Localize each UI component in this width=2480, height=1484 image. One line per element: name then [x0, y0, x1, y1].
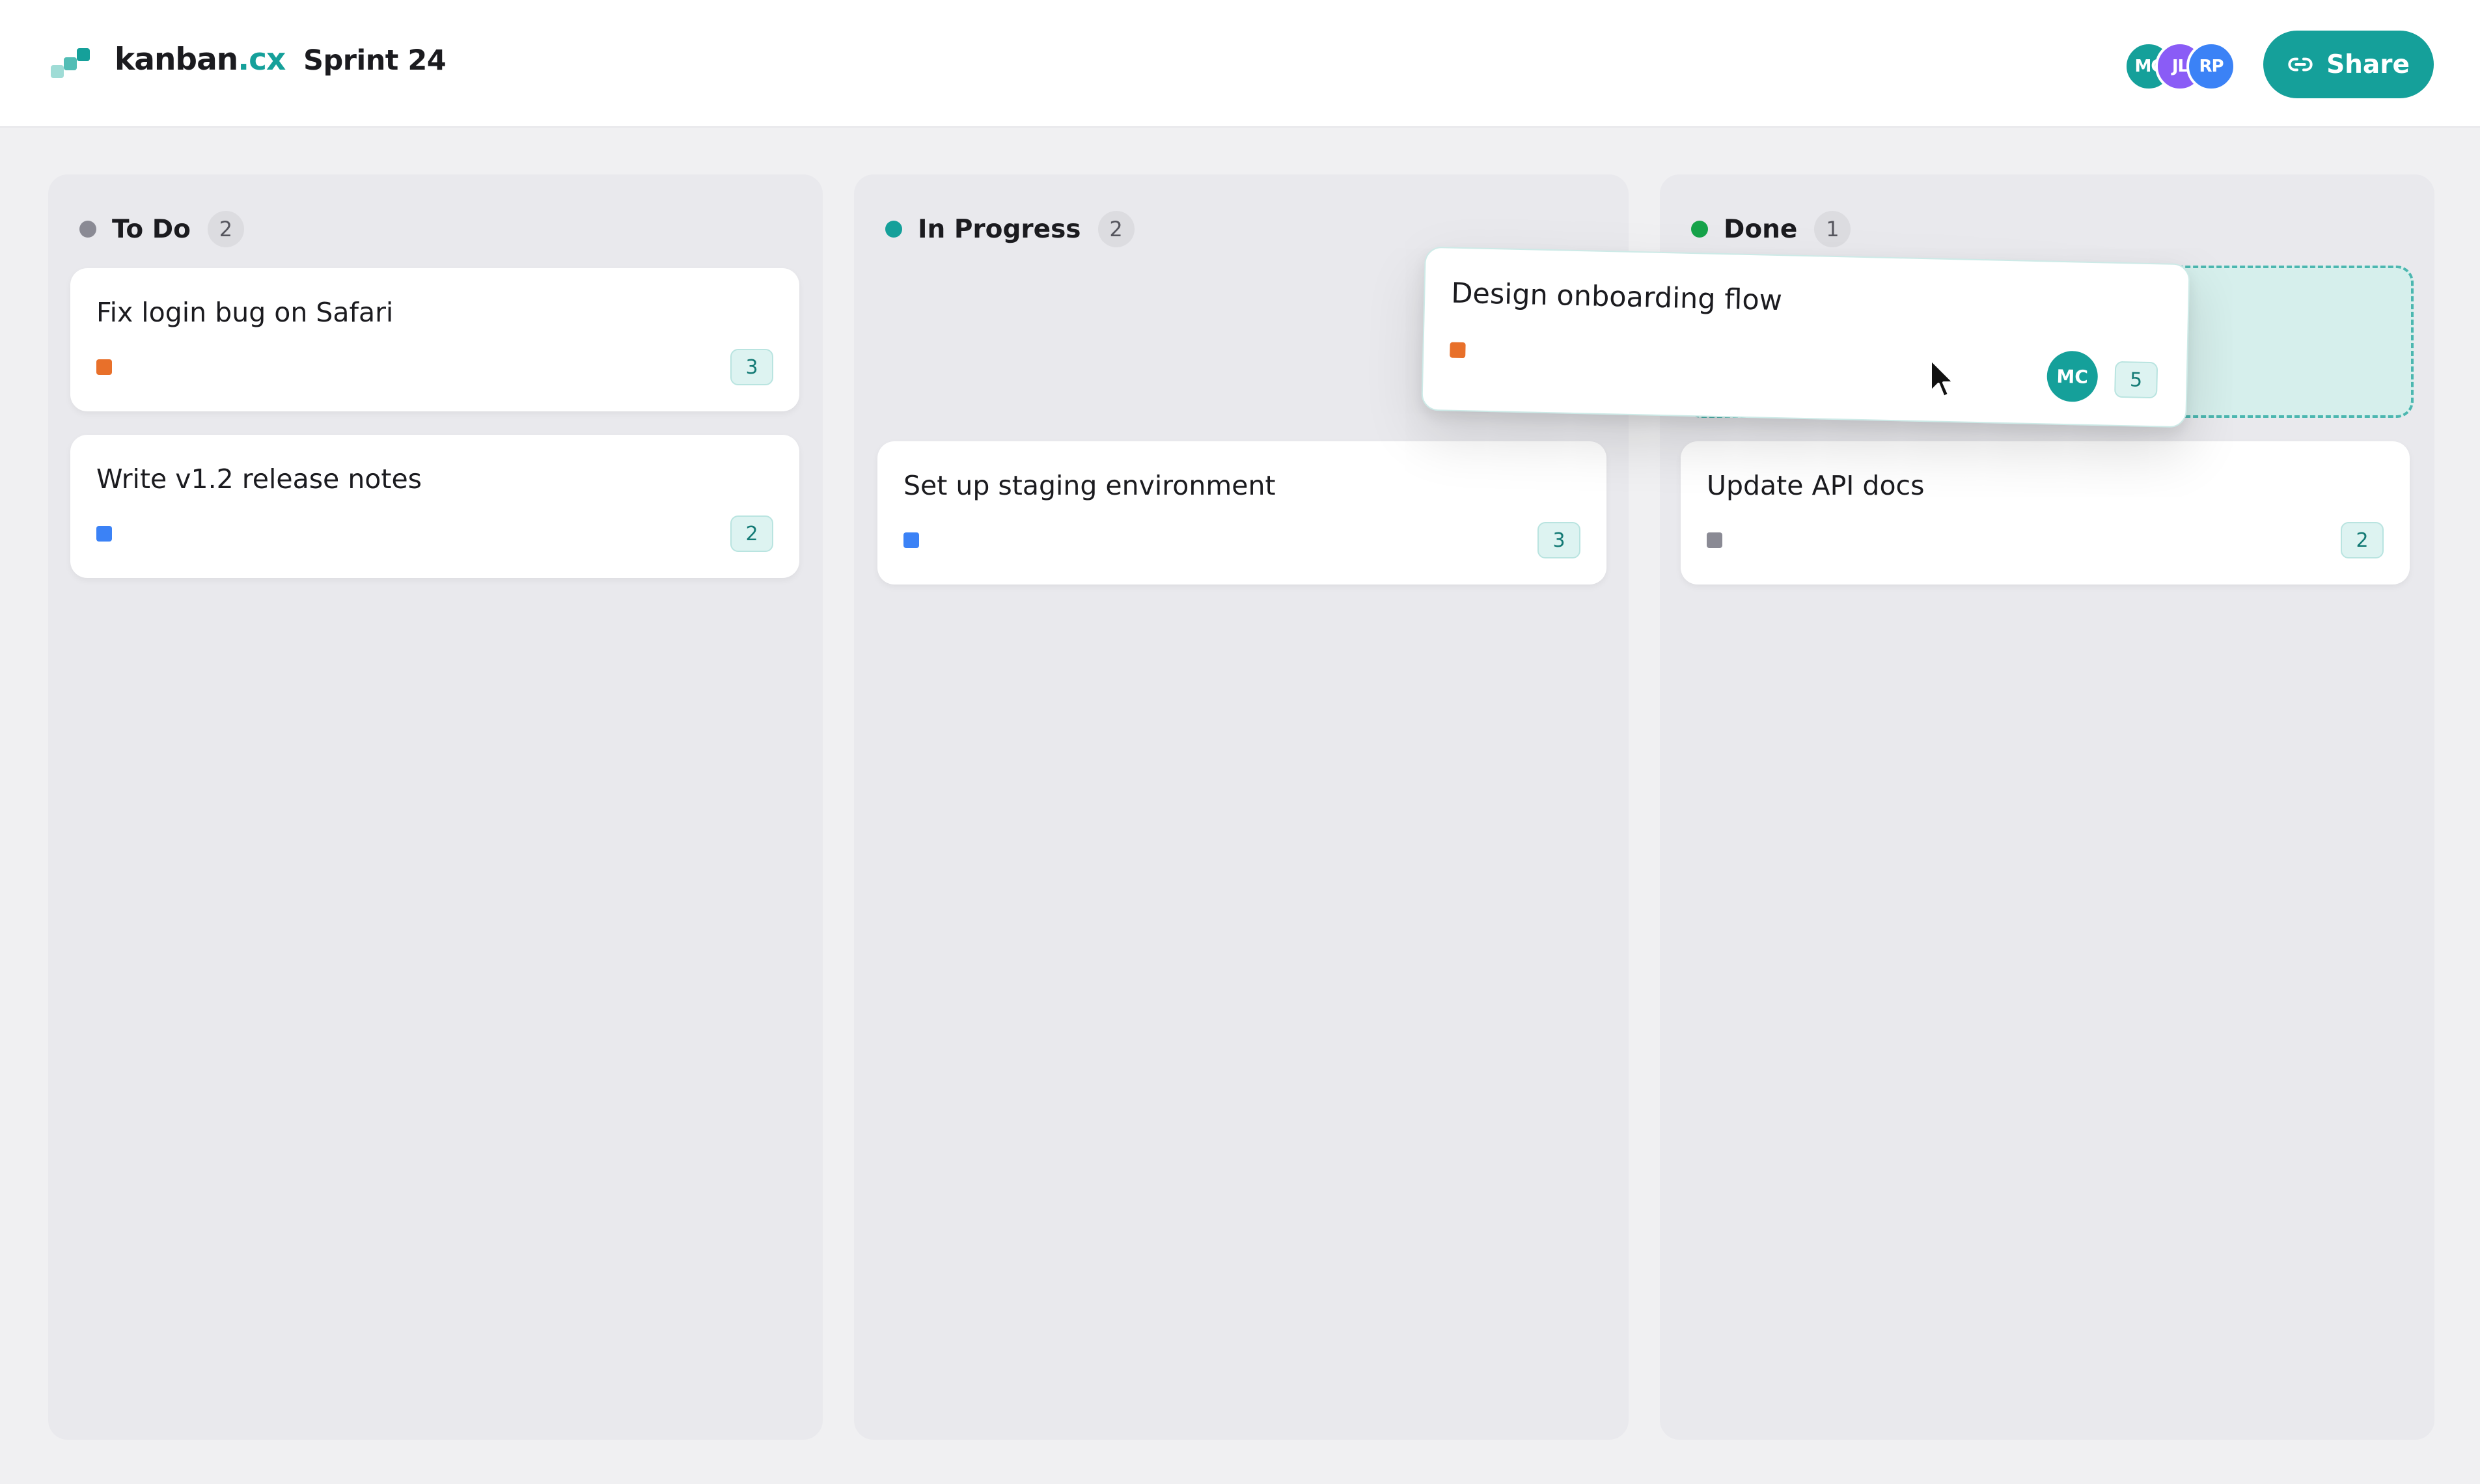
board-title: Sprint 24 [303, 44, 447, 77]
status-dot [885, 221, 902, 238]
logo-icon [51, 48, 91, 79]
column-count-badge: 2 [207, 211, 244, 247]
priority-tag [1450, 342, 1466, 359]
column-count-badge: 1 [1814, 211, 1851, 247]
priority-tag [1707, 532, 1722, 548]
column-title: In Progress [918, 214, 1081, 244]
story-points-badge: 5 [2114, 361, 2158, 399]
card-title: Write v1.2 release notes [96, 463, 422, 495]
link-icon [2288, 57, 2313, 72]
card-title: Set up staging environment [903, 470, 1276, 501]
story-points-badge: 3 [1537, 522, 1580, 558]
assignee-avatar[interactable]: MC [2046, 350, 2099, 403]
story-points-badge: 3 [730, 349, 773, 385]
brand-name: kanban [115, 42, 238, 77]
share-button[interactable]: Share [2263, 31, 2434, 98]
pointer-cursor-icon [1929, 358, 1955, 398]
status-dot [1691, 221, 1708, 238]
column-title: Done [1724, 214, 1798, 244]
priority-tag [96, 526, 112, 542]
priority-tag [96, 359, 112, 375]
column-count-badge: 2 [1097, 211, 1135, 247]
task-card[interactable]: Update API docs 2 [1681, 441, 2410, 584]
app-header: kanban.cx Sprint 24 MC JL RP Share [0, 0, 2480, 128]
task-card[interactable]: Set up staging environment 3 [877, 441, 1606, 584]
column-to-do: To Do 2 Fix login bug on Safari 3 Write … [48, 174, 823, 1440]
column-title: To Do [112, 214, 191, 244]
card-title: Design onboarding flow [1450, 277, 1783, 318]
story-points-badge: 2 [2341, 522, 2384, 558]
priority-tag [903, 532, 919, 548]
card-title: Fix login bug on Safari [96, 297, 394, 328]
share-button-label: Share [2326, 49, 2410, 79]
story-points-badge: 2 [730, 515, 773, 552]
dragging-task-card[interactable]: Design onboarding flow MC 5 [1421, 246, 2190, 428]
task-card[interactable]: Write v1.2 release notes 2 [70, 435, 799, 578]
avatar[interactable]: RP [2186, 42, 2236, 91]
brand-logo-text[interactable]: kanban.cx [115, 42, 286, 77]
column-header: Done 1 [1691, 210, 1851, 249]
card-title: Update API docs [1707, 470, 1925, 501]
status-dot [79, 221, 96, 238]
brand-tld: .cx [238, 42, 286, 77]
collaborator-avatars[interactable]: MC JL RP [2124, 42, 2241, 91]
task-card[interactable]: Fix login bug on Safari 3 [70, 268, 799, 411]
column-header: To Do 2 [79, 210, 244, 249]
column-header: In Progress 2 [885, 210, 1135, 249]
